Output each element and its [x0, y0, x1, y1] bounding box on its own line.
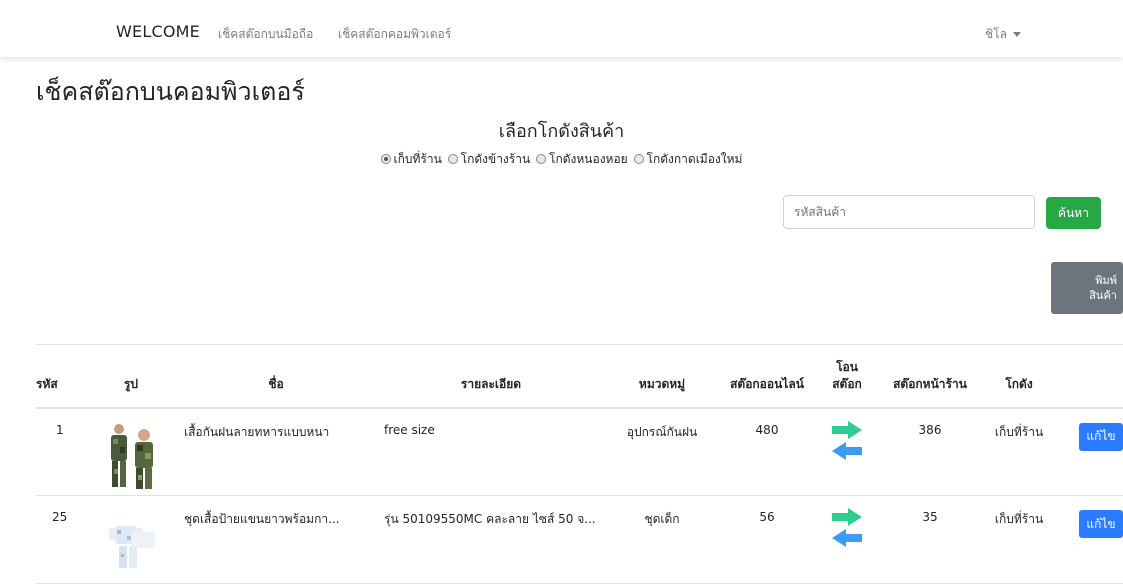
radio-unchecked-icon[interactable]	[633, 154, 644, 164]
header-code: รหัส	[36, 344, 86, 409]
header-online-stock: สต๊อกออนไลน์	[718, 344, 816, 409]
search-button[interactable]: ค้นหา	[1046, 197, 1101, 229]
print-products-button[interactable]: พิมพ์ สินค้า	[1051, 262, 1123, 314]
cell-transfer	[816, 496, 878, 584]
user-name: ชิโล	[985, 27, 1007, 41]
table-header-row: รหัส รูป ชื่อ รายละเอียด หมวดหมู่ สต๊อกอ…	[36, 344, 1123, 409]
stock-table-container: รหัส รูป ชื่อ รายละเอียด หมวดหมู่ สต๊อกอ…	[36, 344, 1123, 584]
header-warehouse: โกดัง	[982, 344, 1056, 409]
radio-warehouse-kad-muang-mai[interactable]: โกดังกาดเมืองใหม่	[633, 150, 743, 169]
header-transfer-line2: สต๊อก	[832, 376, 862, 391]
warehouse-radio-group: เก็บที่ร้าน โกดังข้างร้าน โกดังหนองหอย โ…	[0, 150, 1123, 169]
stock-table: รหัส รูป ชื่อ รายละเอียด หมวดหมู่ สต๊อกอ…	[36, 344, 1123, 584]
edit-button[interactable]: แก้ไข	[1079, 510, 1123, 538]
cell-image	[86, 496, 176, 584]
header-transfer-stock: โอนสต๊อก	[816, 344, 878, 409]
header-shop-stock: สต๊อกหน้าร้าน	[878, 344, 982, 409]
cell-code: 25	[52, 510, 68, 524]
transfer-right-arrow-icon[interactable]	[832, 508, 862, 526]
caret-down-icon	[1012, 32, 1021, 37]
baby-clothes-photo	[101, 506, 161, 572]
cell-category: ชุดเด็ก	[644, 512, 680, 526]
cell-name: เสื้อกันฝนลายทหารแบบหนา	[184, 424, 330, 439]
user-dropdown[interactable]: ชิโล	[985, 25, 1021, 44]
print-label-line2: สินค้า	[1089, 289, 1117, 302]
radio-warehouse-beside-shop[interactable]: โกดังข้างร้าน	[447, 150, 531, 169]
radio-warehouse-shop[interactable]: เก็บที่ร้าน	[380, 150, 442, 169]
cell-shop-stock: 35	[922, 510, 938, 524]
header-category: หมวดหมู่	[606, 344, 718, 409]
radio-checked-icon[interactable]	[380, 154, 391, 164]
brand-link[interactable]: WELCOME	[116, 22, 200, 41]
cell-category: อุปกรณ์กันฝน	[626, 424, 698, 439]
cell-image	[86, 408, 176, 496]
nav-link-computer-stock[interactable]: เช็คสต๊อกคอมพิวเตอร์	[338, 25, 451, 44]
cell-detail: รุ่น 50109550MC คละลาย ไซส์ 50 จ...	[384, 512, 596, 526]
cell-warehouse: เก็บที่ร้าน	[994, 512, 1044, 526]
header-transfer-line1: โอน	[836, 359, 858, 374]
edit-button[interactable]: แก้ไข	[1079, 422, 1123, 451]
nav-link-mobile-stock[interactable]: เช็คสต๊อกบนมือถือ	[218, 25, 313, 44]
header-detail: รายละเอียด	[376, 344, 606, 409]
camouflage-jacket-photo	[101, 419, 161, 489]
radio-label: โกดังข้างร้าน	[460, 152, 531, 166]
radio-warehouse-nong-hoi[interactable]: โกดังหนองหอย	[536, 150, 628, 169]
cell-detail: free size	[384, 422, 435, 437]
table-row: 25 ชุดเสื้อป้ายแขนยาวพร้อมกา... รุ่น 501…	[36, 496, 1123, 584]
cell-shop-stock: 386	[918, 422, 942, 437]
header-actions	[1056, 344, 1123, 409]
transfer-left-arrow-icon[interactable]	[832, 441, 862, 460]
radio-unchecked-icon[interactable]	[447, 154, 458, 164]
product-code-search-input[interactable]	[783, 195, 1035, 229]
cell-code: 1	[56, 422, 64, 437]
cell-name: ชุดเสื้อป้ายแขนยาวพร้อมกา...	[184, 512, 340, 526]
radio-label: เก็บที่ร้าน	[393, 152, 442, 166]
print-label-line1: พิมพ์	[1095, 274, 1117, 287]
cell-actions: แก้ไข	[1056, 496, 1123, 584]
cell-warehouse: เก็บที่ร้าน	[994, 424, 1044, 439]
table-row: 1 เสื้อกันฝนลายทหารแบบหนา free size อุปก…	[36, 408, 1123, 496]
transfer-left-arrow-icon[interactable]	[832, 529, 862, 547]
transfer-right-arrow-icon[interactable]	[832, 420, 862, 439]
cell-online-stock: 480	[755, 422, 779, 437]
radio-label: โกดังกาดเมืองใหม่	[646, 152, 743, 166]
navbar: WELCOME เช็คสต๊อกบนมือถือ เช็คสต๊อกคอมพิ…	[0, 0, 1123, 57]
warehouse-heading: เลือกโกดังสินค้า	[498, 121, 625, 142]
cell-actions: แก้ไข	[1056, 408, 1123, 496]
radio-label: โกดังหนองหอย	[549, 152, 628, 166]
header-name: ชื่อ	[176, 344, 376, 409]
header-image: รูป	[86, 344, 176, 409]
radio-unchecked-icon[interactable]	[536, 154, 547, 164]
cell-online-stock: 56	[759, 510, 775, 524]
cell-transfer	[816, 408, 878, 496]
page-title: เช็คสต๊อกบนคอมพิวเตอร์	[36, 77, 305, 106]
